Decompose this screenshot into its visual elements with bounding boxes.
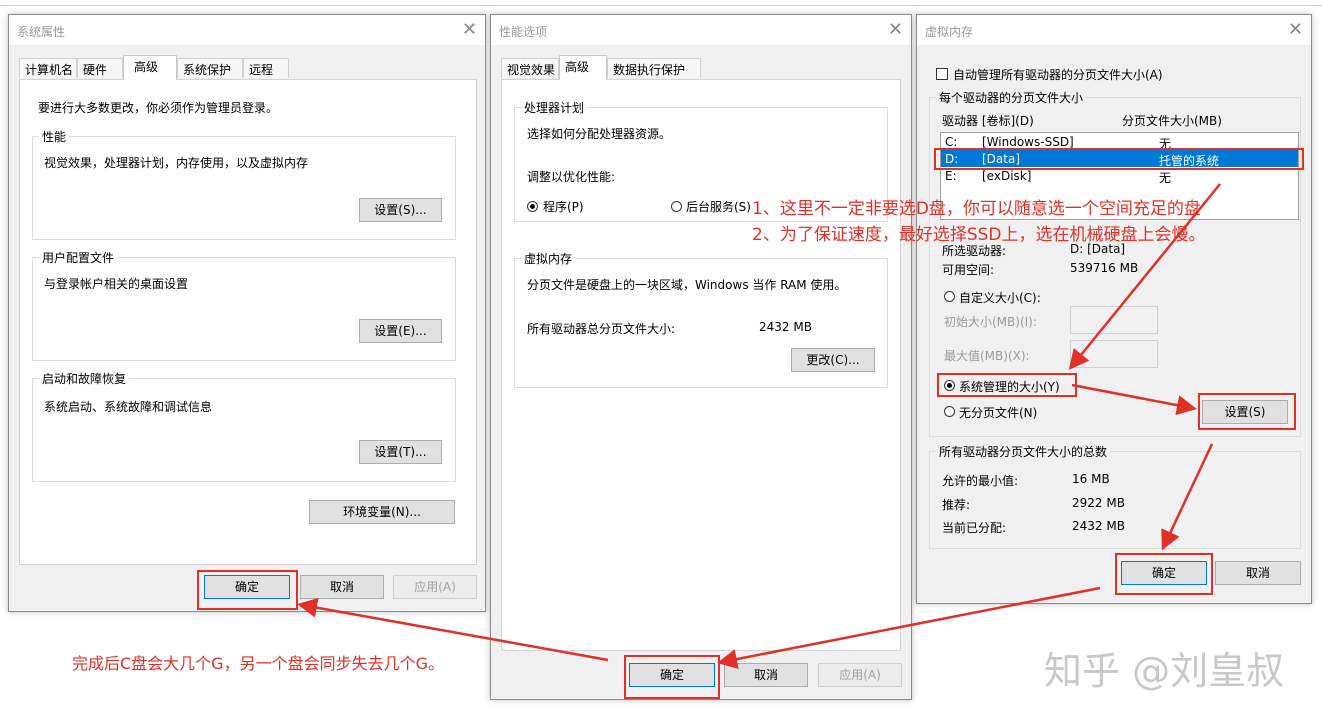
totals-label: 所有驱动器分页文件大小的总数	[936, 443, 1111, 460]
dialog-title: 虚拟内存	[925, 25, 974, 39]
background-services-radio[interactable]	[671, 201, 682, 212]
tab-dep[interactable]: 数据执行保护	[607, 58, 701, 78]
environment-variables-button[interactable]: 环境变量(N)...	[309, 500, 455, 524]
tab-computer-name[interactable]: 计算机名	[19, 58, 77, 78]
total-paging-value: 2432 MB	[759, 320, 812, 334]
current-value: 2432 MB	[1072, 519, 1125, 533]
tab-advanced[interactable]: 高级	[559, 55, 607, 80]
free-space-label: 可用空间:	[942, 263, 995, 277]
user-profile-group: 用户配置文件 与登录帐户相关的桌面设置 设置(E)...	[32, 249, 456, 361]
min-value: 16 MB	[1072, 472, 1110, 486]
change-button[interactable]: 更改(C)...	[791, 348, 875, 372]
free-space-value: 539716 MB	[1070, 261, 1139, 275]
admin-note: 要进行大多数更改，你必须作为管理员登录。	[38, 101, 279, 115]
tab-hardware[interactable]: 硬件	[77, 58, 123, 78]
current-label: 当前已分配:	[942, 521, 1007, 535]
startup-recovery-settings-button[interactable]: 设置(T)...	[359, 440, 442, 464]
system-properties-dialog: 系统属性 ✕ 计算机名 硬件 高级 系统保护 远程 要进行大多数更改，你必须作为…	[8, 14, 486, 612]
cancel-button[interactable]: 取消	[300, 575, 384, 599]
set-highlight	[1198, 393, 1296, 430]
ok-highlight-box	[197, 570, 298, 610]
auto-manage-label[interactable]: 自动管理所有驱动器的分页文件大小(A)	[953, 66, 1163, 83]
drive-letter: E:	[945, 169, 957, 183]
virtual-memory-desc: 分页文件是硬盘上的一块区域，Windows 当作 RAM 使用。	[527, 278, 847, 292]
custom-size-label[interactable]: 自定义大小(C):	[959, 289, 1041, 306]
programs-radio-label[interactable]: 程序(P)	[543, 198, 584, 215]
max-size-input[interactable]	[1070, 340, 1158, 368]
min-label: 允许的最小值:	[942, 474, 1019, 488]
system-managed-highlight	[937, 373, 1077, 397]
apply-button[interactable]: 应用(A)	[818, 663, 902, 687]
drive-paging-size: 无	[1159, 171, 1172, 185]
user-profile-label: 用户配置文件	[39, 249, 118, 266]
background-services-radio-label[interactable]: 后台服务(S)	[686, 198, 751, 215]
tab-system-protection[interactable]: 系统保护	[177, 58, 243, 78]
close-icon[interactable]: ✕	[888, 19, 903, 40]
virtual-memory-dialog: 虚拟内存 ✕ 自动管理所有驱动器的分页文件大小(A) 每个驱动器的分页文件大小 …	[916, 14, 1312, 604]
performance-settings-button[interactable]: 设置(S)...	[359, 198, 442, 222]
performance-group: 性能 视觉效果，处理器计划，内存使用，以及虚拟内存 设置(S)...	[32, 128, 456, 240]
initial-size-label: 初始大小(MB)(I):	[944, 315, 1037, 329]
column-size-header: 分页文件大小(MB)	[1122, 114, 1222, 128]
virtual-memory-label: 虚拟内存	[521, 250, 576, 267]
performance-desc: 视觉效果，处理器计划，内存使用，以及虚拟内存	[44, 156, 309, 170]
drive-letter: C:	[945, 135, 958, 149]
tab-visual-effects[interactable]: 视觉效果	[501, 58, 559, 78]
adjust-label: 调整以优化性能:	[527, 170, 616, 184]
cancel-button[interactable]: 取消	[1215, 561, 1301, 585]
initial-size-input[interactable]	[1070, 306, 1158, 334]
per-drive-label: 每个驱动器的分页文件大小	[936, 89, 1087, 106]
tab-page-advanced: 要进行大多数更改，你必须作为管理员登录。 性能 视觉效果，处理器计划，内存使用，…	[19, 79, 477, 565]
processor-scheduling-label: 处理器计划	[521, 99, 588, 116]
dialog-title: 系统属性	[17, 25, 66, 39]
title-bar: 性能选项 ✕	[491, 15, 911, 45]
title-bar: 系统属性 ✕	[9, 15, 485, 45]
annotation-note-2: 2、为了保证速度，最好选择SSD上，选在机械硬盘上会慢。	[752, 225, 1206, 245]
background-divider	[0, 5, 1322, 6]
per-drive-group: 每个驱动器的分页文件大小 驱动器 [卷标](D) 分页文件大小(MB) C: […	[929, 89, 1304, 437]
performance-label: 性能	[39, 128, 70, 145]
drive-volume-label: [exDisk]	[982, 169, 1032, 183]
processor-scheduling-desc: 选择如何分配处理器资源。	[527, 127, 672, 141]
user-profile-settings-button[interactable]: 设置(E)...	[359, 319, 442, 343]
programs-radio[interactable]	[527, 201, 538, 212]
annotation-bottom: 完成后C盘会大几个G，另一个盘会同步失去几个G。	[72, 654, 444, 673]
custom-size-radio[interactable]	[944, 291, 955, 302]
annotation-note-1: 1、这里不一定非要选D盘，你可以随意选一个空间充足的盘	[752, 199, 1201, 219]
ok-highlight-box	[624, 655, 720, 699]
tab-advanced[interactable]: 高级	[123, 55, 177, 80]
close-icon[interactable]: ✕	[1288, 19, 1303, 40]
column-drive-header: 驱动器 [卷标](D)	[942, 114, 1034, 128]
auto-manage-checkbox[interactable]	[936, 68, 948, 80]
title-bar: 虚拟内存 ✕	[917, 15, 1311, 45]
apply-button[interactable]: 应用(A)	[393, 575, 477, 599]
user-profile-desc: 与登录帐户相关的桌面设置	[44, 277, 189, 291]
tab-page-advanced: 处理器计划 选择如何分配处理器资源。 调整以优化性能: 程序(P) 后台服务(S…	[501, 79, 901, 651]
total-paging-label: 所有驱动器总分页文件大小:	[527, 322, 676, 336]
totals-group: 所有驱动器分页文件大小的总数 允许的最小值: 16 MB 推荐: 2922 MB…	[929, 443, 1301, 549]
dialog-title: 性能选项	[499, 25, 548, 39]
cancel-button[interactable]: 取消	[724, 663, 808, 687]
recommended-label: 推荐:	[942, 498, 971, 512]
recommended-value: 2922 MB	[1072, 496, 1125, 510]
ok-highlight-box	[1115, 553, 1213, 595]
max-size-label: 最大值(MB)(X):	[944, 349, 1030, 363]
close-icon[interactable]: ✕	[462, 19, 477, 40]
startup-recovery-group: 启动和故障恢复 系统启动、系统故障和调试信息 设置(T)...	[32, 370, 456, 482]
selected-drive-highlight	[934, 148, 1304, 170]
no-paging-file-label[interactable]: 无分页文件(N)	[959, 404, 1037, 421]
startup-recovery-desc: 系统启动、系统故障和调试信息	[44, 400, 213, 414]
performance-options-dialog: 性能选项 ✕ 视觉效果 高级 数据执行保护 处理器计划 选择如何分配处理器资源。…	[490, 14, 912, 700]
tab-remote[interactable]: 远程	[243, 58, 289, 78]
virtual-memory-group: 虚拟内存 分页文件是硬盘上的一块区域，Windows 当作 RAM 使用。 所有…	[514, 250, 888, 388]
tab-strip: 视觉效果 高级 数据执行保护	[501, 55, 901, 80]
drive-volume-label: [Windows-SSD]	[982, 135, 1074, 149]
watermark: 知乎 @刘皇叔	[1044, 649, 1285, 693]
startup-recovery-label: 启动和故障恢复	[39, 370, 130, 387]
tab-strip: 计算机名 硬件 高级 系统保护 远程	[19, 55, 479, 80]
no-paging-file-radio[interactable]	[944, 406, 955, 417]
